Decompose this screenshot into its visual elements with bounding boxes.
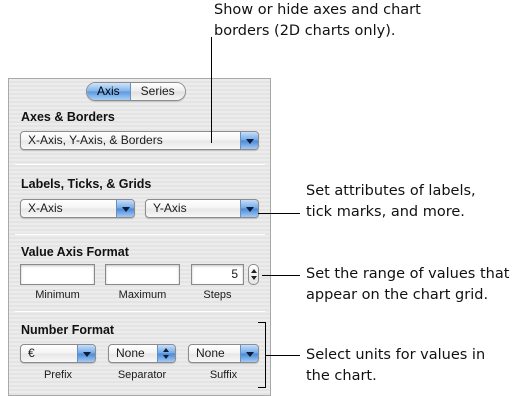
callout-units-line1: Select units for values in: [306, 347, 486, 363]
axes-borders-popup[interactable]: X-Axis, Y-Axis, & Borders: [20, 131, 259, 150]
value-axis-format-heading: Value Axis Format: [21, 245, 129, 259]
number-format-heading: Number Format: [21, 323, 115, 337]
y-axis-popup-value: Y-Axis: [153, 201, 187, 215]
popup-arrow-icon: [240, 345, 258, 362]
callout-units-line2: the chart.: [306, 368, 377, 384]
x-axis-popup[interactable]: X-Axis: [20, 199, 135, 218]
popup-arrow-icon: [240, 132, 258, 149]
prefix-popup-value: €: [28, 346, 35, 360]
prefix-popup[interactable]: €: [20, 344, 96, 363]
tab-series[interactable]: Series: [130, 83, 185, 100]
callout-axes-borders: Show or hide axes and chart borders (2D …: [214, 0, 421, 42]
axis-series-tab-control: Axis Series: [86, 82, 186, 101]
y-axis-popup[interactable]: Y-Axis: [145, 199, 259, 218]
callout-leader-axes-borders: [211, 37, 212, 143]
steps-label: Steps: [203, 289, 232, 301]
separator-popup[interactable]: None: [108, 344, 176, 363]
section-divider: [15, 234, 265, 235]
steps-field[interactable]: 5: [191, 264, 244, 285]
suffix-label: Suffix: [209, 369, 238, 381]
tab-axis[interactable]: Axis: [87, 83, 131, 100]
steps-stepper[interactable]: [248, 264, 259, 285]
minimum-label: Minimum: [35, 289, 80, 301]
callout-range-line2: appear on the chart grid.: [306, 287, 489, 303]
callout-range: Set the range of values that appear on t…: [306, 264, 509, 306]
axes-borders-heading: Axes & Borders: [21, 110, 115, 124]
callout-bracket-units-bottom: [258, 387, 266, 388]
callout-units: Select units for values in the chart.: [306, 345, 485, 387]
callout-labels: Set attributes of labels, tick marks, an…: [306, 181, 476, 223]
x-axis-popup-value: X-Axis: [28, 201, 63, 215]
popup-arrow-icon: [240, 200, 258, 217]
labels-ticks-grids-heading: Labels, Ticks, & Grids: [21, 177, 152, 191]
popup-arrow-icon: [116, 200, 134, 217]
stepper-up-icon: [251, 269, 257, 273]
prefix-label: Prefix: [43, 369, 73, 381]
callout-axes-borders-line2: borders (2D charts only).: [214, 23, 396, 39]
separator-popup-value: None: [116, 346, 145, 360]
separator-label: Separator: [117, 369, 167, 381]
minimum-field[interactable]: [20, 264, 95, 285]
callout-leader-units: [265, 355, 300, 356]
section-divider: [15, 311, 265, 312]
suffix-popup[interactable]: None: [188, 344, 259, 363]
callout-labels-line1: Set attributes of labels,: [306, 183, 476, 199]
maximum-label: Maximum: [118, 289, 167, 301]
callout-leader-range: [262, 275, 300, 276]
callout-labels-line2: tick marks, and more.: [306, 204, 465, 220]
callout-bracket-units-top: [258, 322, 266, 323]
chart-inspector-panel: Axis Series Axes & Borders X-Axis, Y-Axi…: [8, 78, 271, 396]
stepper-down-icon: [251, 276, 257, 280]
section-divider: [15, 164, 265, 165]
callout-range-line1: Set the range of values that: [306, 266, 510, 282]
callout-axes-borders-line1: Show or hide axes and chart: [214, 2, 421, 18]
popup-arrow-icon: [77, 345, 95, 362]
callout-leader-labels: [258, 213, 300, 214]
suffix-popup-value: None: [196, 346, 225, 360]
popup-updown-arrows-icon: [157, 345, 175, 362]
axes-borders-popup-value: X-Axis, Y-Axis, & Borders: [28, 133, 163, 147]
maximum-field[interactable]: [105, 264, 180, 285]
